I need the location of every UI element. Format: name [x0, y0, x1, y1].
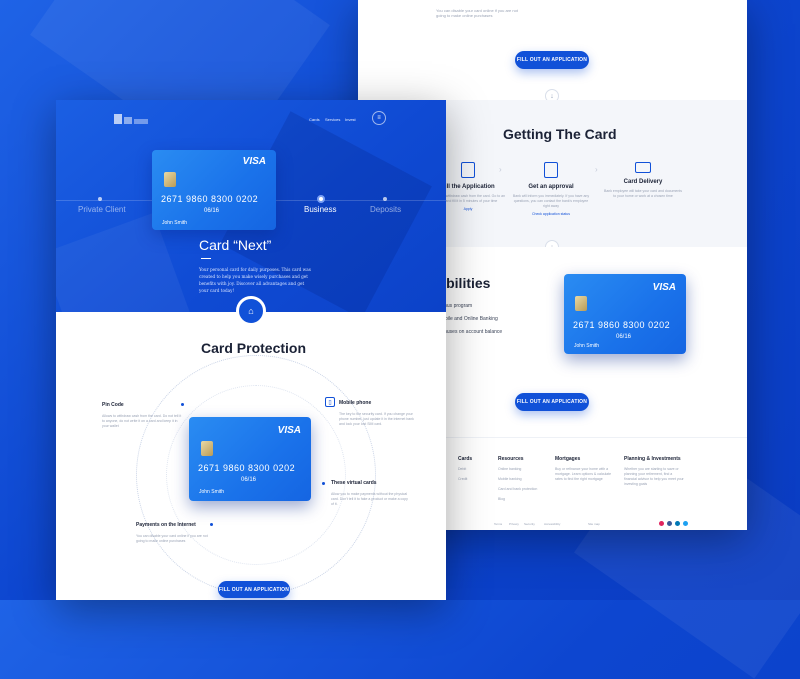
menu-icon[interactable]: ≡ [372, 111, 386, 125]
feature-desc: You can disable your card online if you … [136, 534, 208, 543]
social-icon[interactable] [683, 521, 688, 526]
footer-link[interactable]: Mobile banking [498, 477, 560, 482]
social-icon[interactable] [667, 521, 672, 526]
feature-bullet [210, 523, 213, 526]
card-number: 2671 9860 8300 0202 [573, 320, 671, 330]
top-section: You can disable your card online if you … [358, 0, 747, 100]
feature-desc: Allow you to make payments without the p… [331, 492, 408, 506]
feature-title: These virtual cards [331, 480, 377, 486]
chip-icon [164, 172, 176, 187]
footer-heading: Resources [498, 456, 524, 462]
front-page: Cards Services Invest ≡ Private Client B… [56, 100, 446, 600]
approval-icon [544, 162, 558, 178]
footer-column-planning: Planning & Investments Whether you are s… [624, 456, 686, 487]
social-icon[interactable] [659, 521, 664, 526]
step-desc: Bank employee will take your card and do… [603, 189, 682, 198]
footer-link[interactable]: Blog [498, 497, 560, 502]
footer-bottom-link[interactable]: Privacy [509, 522, 519, 526]
hero-section: Cards Services Invest ≡ Private Client B… [56, 100, 446, 312]
footer-link[interactable]: Online banking [498, 467, 560, 472]
section-title: Getting The Card [503, 126, 617, 142]
footer-heading: Planning & Investments [624, 456, 681, 462]
card-expiry: 06/16 [616, 334, 632, 340]
footer-column-mortgages: Mortgages Buy or refinance your home wit… [555, 456, 617, 482]
visa-card: VISA 2671 9860 8300 0202 06/16 John Smit… [152, 150, 276, 230]
chip-icon [201, 441, 213, 456]
visa-logo: VISA [652, 282, 676, 293]
feature-title: Pin Code [102, 402, 124, 408]
nav-services[interactable]: Services [325, 117, 340, 122]
fill-application-button[interactable]: FILL OUT AN APPLICATION [515, 393, 589, 411]
phone-icon: ▯ [325, 397, 335, 407]
card-title: Card “Next” [199, 237, 272, 253]
tab-business[interactable]: Business [304, 205, 336, 214]
footer-column-resources: Resources Online banking Mobile banking … [498, 456, 560, 502]
tab-marker [98, 197, 102, 201]
feature-desc: Allows to withdraw cash from the card. D… [102, 414, 182, 428]
footer-bottom-link[interactable]: Security [524, 522, 535, 526]
tab-private-client[interactable]: Private Client [78, 205, 126, 214]
footer-link[interactable]: Whether you are starting to save or plan… [624, 467, 686, 487]
nav-invest[interactable]: Invest [345, 117, 356, 122]
card-description: Your personal card for daily purposes. T… [199, 267, 311, 293]
footer-link[interactable]: Card and bank protection [498, 487, 560, 492]
card-number: 2671 9860 8300 0202 [198, 463, 296, 473]
footer-bottom-link[interactable]: Terms [494, 522, 502, 526]
card-expiry: 06/16 [241, 477, 257, 483]
tab-marker-active [317, 195, 325, 203]
footer-link[interactable]: Buy or refinance your home with a mortga… [555, 467, 617, 482]
top-text: You can disable your card online if you … [436, 8, 518, 18]
feature-bullet [322, 482, 325, 485]
mouse-scroll-icon[interactable]: ⌂ [236, 296, 266, 326]
visa-logo: VISA [242, 156, 266, 167]
chevron-right-icon: › [499, 165, 502, 174]
fill-application-button[interactable]: FILL OUT AN APPLICATION [515, 51, 589, 69]
card-number: 2671 9860 8300 0202 [161, 194, 259, 204]
card-delivery-icon [635, 162, 651, 173]
footer-heading: Mortgages [555, 456, 581, 462]
section-title: Card Protection [201, 340, 307, 356]
step-title: Card Delivery [623, 179, 663, 185]
card-holder: John Smith [162, 220, 188, 226]
document-icon [461, 162, 475, 178]
step-approval: Get an approval Bank will inform you imm… [511, 162, 591, 216]
feature-title: Payments on the Internet [136, 522, 196, 528]
card-holder: John Smith [574, 343, 600, 349]
card-holder: John Smith [199, 489, 225, 495]
step-title: Get an approval [528, 184, 574, 190]
card-expiry: 06/16 [204, 208, 220, 214]
social-icon[interactable] [675, 521, 680, 526]
ability-item: Bonuses on account balance [438, 329, 503, 335]
step-delivery: Card Delivery Bank employee will take yo… [603, 162, 683, 199]
footer-bottom-link[interactable]: Site map [588, 522, 600, 526]
logo[interactable] [114, 114, 148, 124]
title-underline [201, 258, 211, 259]
ability-item: Mobile and Online Banking [438, 316, 498, 322]
visa-card: VISA 2671 9860 8300 0202 06/16 John Smit… [564, 274, 686, 354]
feature-title: Mobile phone [339, 400, 372, 406]
fill-application-button[interactable]: FILL OUT AN APPLICATION [218, 581, 290, 598]
tab-marker [383, 197, 387, 201]
step-link[interactable]: Check application status [511, 212, 591, 216]
footer-bottom-link[interactable]: Accessibility [544, 522, 560, 526]
visa-logo: VISA [277, 425, 301, 436]
step-desc: Bank will inform you immediately. If you… [512, 194, 590, 208]
feature-bullet [181, 403, 184, 406]
nav-cards[interactable]: Cards [309, 117, 320, 122]
visa-card: VISA 2671 9860 8300 0202 06/16 John Smit… [189, 417, 311, 501]
feature-desc: The key to the security card. If you cha… [339, 412, 414, 426]
chip-icon [575, 296, 587, 311]
chevron-right-icon: › [595, 165, 598, 174]
tab-deposits[interactable]: Deposits [370, 205, 401, 214]
